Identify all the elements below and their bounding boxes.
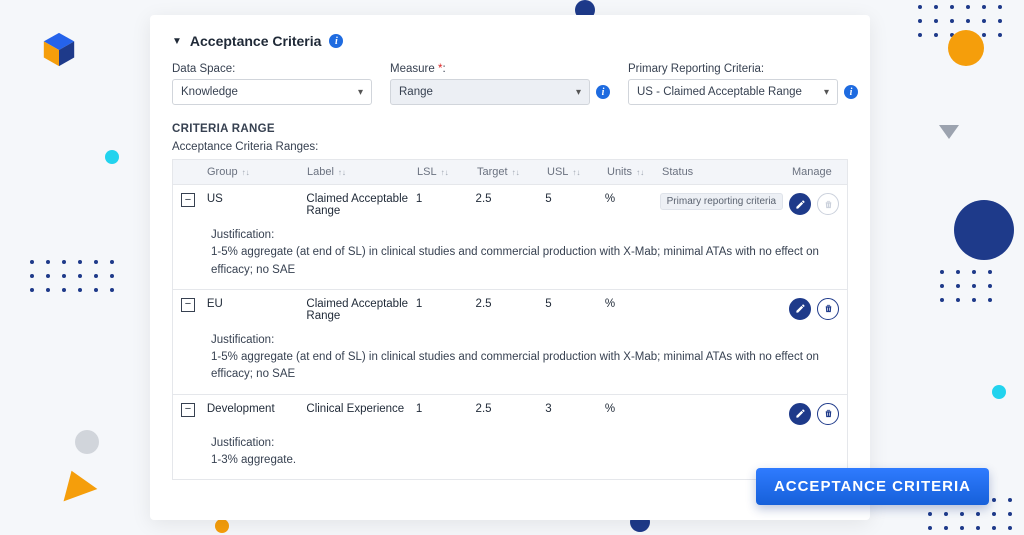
- cell-units: %: [605, 298, 660, 310]
- acceptance-criteria-banner: ACCEPTANCE CRITERIA: [756, 468, 989, 505]
- filter-measure: Measure *: Range ▾ i: [390, 63, 610, 105]
- justification-block: Justification: 1-3% aggregate.: [211, 435, 839, 470]
- sort-icon: ↑↓: [572, 168, 580, 177]
- cell-units: %: [605, 193, 660, 205]
- cell-lsl: 1: [416, 403, 476, 415]
- justification-label: Justification:: [211, 435, 839, 452]
- status-badge: Primary reporting criteria: [660, 193, 783, 210]
- criteria-range-subtext: Acceptance Criteria Ranges:: [172, 141, 848, 153]
- logo-cube-icon: [40, 30, 78, 68]
- col-label[interactable]: Label↑↓: [307, 166, 417, 178]
- col-target[interactable]: Target↑↓: [477, 166, 547, 178]
- cell-target: 2.5: [476, 193, 546, 205]
- cell-target: 2.5: [476, 403, 546, 415]
- cell-lsl: 1: [416, 193, 476, 205]
- info-icon[interactable]: i: [596, 85, 610, 99]
- decor-circle: [105, 150, 119, 164]
- select-value: US - Claimed Acceptable Range: [637, 86, 802, 98]
- criteria-rows: − US Claimed Acceptable Range 1 2.5 5 % …: [172, 185, 848, 480]
- cell-label: Claimed Acceptable Range: [306, 298, 415, 322]
- chevron-down-icon: ▾: [358, 87, 363, 98]
- chevron-down-icon: ▾: [824, 87, 829, 98]
- edit-button[interactable]: [789, 193, 811, 215]
- col-usl[interactable]: USL↑↓: [547, 166, 607, 178]
- cell-units: %: [605, 403, 660, 415]
- cell-label: Clinical Experience: [306, 403, 415, 415]
- col-manage: Manage: [792, 166, 839, 178]
- decor-dots: [30, 260, 116, 292]
- cell-group: EU: [207, 298, 307, 310]
- collapse-row-icon[interactable]: −: [181, 298, 195, 312]
- cell-group: US: [207, 193, 307, 205]
- sort-icon: ↑↓: [441, 168, 449, 177]
- cell-usl: 5: [545, 193, 605, 205]
- edit-button[interactable]: [789, 403, 811, 425]
- delete-button[interactable]: [817, 403, 839, 425]
- criteria-table-header: Group↑↓ Label↑↓ LSL↑↓ Target↑↓ USL↑↓ Uni…: [172, 159, 848, 185]
- decor-circle: [992, 385, 1006, 399]
- decor-circle: [954, 200, 1014, 260]
- filter-data-space: Data Space: Knowledge ▾: [172, 63, 372, 105]
- decor-circle: [215, 519, 229, 533]
- cell-status: Primary reporting criteria: [660, 193, 789, 210]
- filters-row: Data Space: Knowledge ▾ Measure *: Range…: [172, 63, 848, 105]
- primary-criteria-select[interactable]: US - Claimed Acceptable Range ▾: [628, 79, 838, 105]
- collapse-row-icon[interactable]: −: [181, 193, 195, 207]
- info-icon[interactable]: i: [329, 34, 343, 48]
- filter-label: Measure *:: [390, 63, 610, 75]
- cell-label: Claimed Acceptable Range: [306, 193, 415, 217]
- delete-button[interactable]: [817, 298, 839, 320]
- section-title: Acceptance Criteria: [190, 33, 322, 49]
- decor-circle: [75, 430, 99, 454]
- justification-block: Justification: 1-5% aggregate (at end of…: [211, 332, 839, 384]
- edit-button[interactable]: [789, 298, 811, 320]
- table-row: − EU Claimed Acceptable Range 1 2.5 5 % …: [172, 290, 848, 395]
- justification-block: Justification: 1-5% aggregate (at end of…: [211, 227, 839, 279]
- collapse-row-icon[interactable]: −: [181, 403, 195, 417]
- sort-icon: ↑↓: [512, 168, 520, 177]
- select-value: Knowledge: [181, 86, 238, 98]
- filter-primary-criteria: Primary Reporting Criteria: US - Claimed…: [628, 63, 858, 105]
- cell-usl: 3: [545, 403, 605, 415]
- chevron-down-icon: ▾: [576, 87, 581, 98]
- col-lsl[interactable]: LSL↑↓: [417, 166, 477, 178]
- info-icon[interactable]: i: [844, 85, 858, 99]
- justification-text: 1-3% aggregate.: [211, 452, 839, 469]
- cell-target: 2.5: [476, 298, 546, 310]
- sort-icon: ↑↓: [242, 168, 250, 177]
- decor-triangle: [939, 125, 959, 139]
- col-units[interactable]: Units↑↓: [607, 166, 662, 178]
- section-header[interactable]: ▼ Acceptance Criteria i: [172, 33, 848, 49]
- collapse-caret-icon[interactable]: ▼: [172, 36, 182, 47]
- decor-triangle: [55, 465, 98, 502]
- acceptance-criteria-panel: ▼ Acceptance Criteria i Data Space: Know…: [150, 15, 870, 520]
- justification-text: 1-5% aggregate (at end of SL) in clinica…: [211, 349, 839, 384]
- justification-label: Justification:: [211, 227, 839, 244]
- filter-label: Primary Reporting Criteria:: [628, 63, 858, 75]
- data-space-select[interactable]: Knowledge ▾: [172, 79, 372, 105]
- justification-text: 1-5% aggregate (at end of SL) in clinica…: [211, 244, 839, 279]
- col-group[interactable]: Group↑↓: [207, 166, 307, 178]
- decor-dots: [940, 270, 994, 302]
- measure-select[interactable]: Range ▾: [390, 79, 590, 105]
- cell-group: Development: [207, 403, 307, 415]
- table-row: − Development Clinical Experience 1 2.5 …: [172, 395, 848, 481]
- select-value: Range: [399, 86, 433, 98]
- delete-button: [817, 193, 839, 215]
- sort-icon: ↑↓: [636, 168, 644, 177]
- criteria-range-heading: CRITERIA RANGE: [172, 123, 848, 135]
- justification-label: Justification:: [211, 332, 839, 349]
- table-row: − US Claimed Acceptable Range 1 2.5 5 % …: [172, 185, 848, 290]
- cell-lsl: 1: [416, 298, 476, 310]
- col-status[interactable]: Status: [662, 166, 792, 178]
- decor-circle: [948, 30, 984, 66]
- filter-label: Data Space:: [172, 63, 372, 75]
- sort-icon: ↑↓: [338, 168, 346, 177]
- cell-usl: 5: [545, 298, 605, 310]
